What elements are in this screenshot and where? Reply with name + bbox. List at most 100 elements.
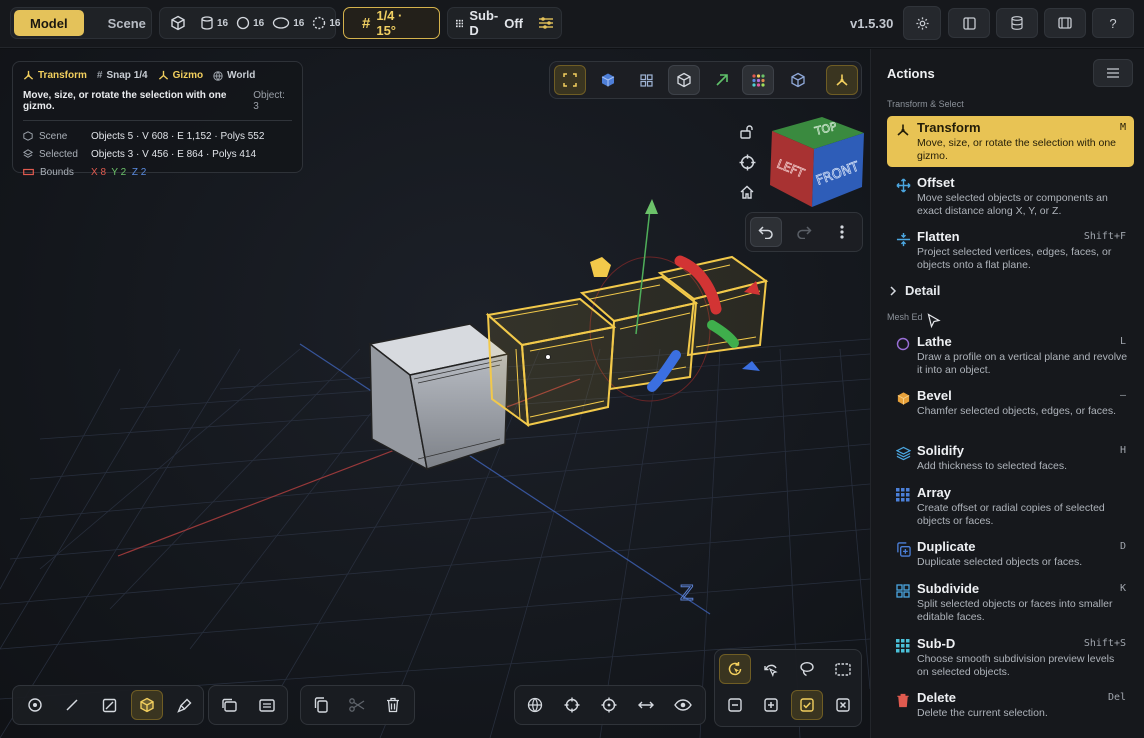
panel-menu-button[interactable] — [1093, 59, 1133, 87]
select-replace-button[interactable] — [791, 690, 823, 720]
action-duplicate[interactable]: Duplicate Duplicate selected objects or … — [887, 535, 1134, 573]
more-button[interactable] — [826, 217, 858, 247]
action-shortcut: M — [1119, 122, 1126, 133]
object-mode-button[interactable] — [131, 690, 163, 720]
lasso-select-button[interactable] — [791, 654, 823, 684]
selected-stats-value: Objects 3 · V 456 · E 864 · Polys 414 — [91, 148, 257, 160]
copy-button[interactable] — [305, 690, 337, 720]
add-cylinder-button[interactable]: 16 — [196, 16, 232, 30]
transform-chip[interactable]: Transform — [23, 70, 87, 81]
focus-button[interactable] — [735, 147, 759, 177]
solid-shading-button[interactable] — [592, 65, 624, 95]
view-panels-bar — [208, 685, 288, 725]
select-intersect-button[interactable] — [827, 690, 859, 720]
pivot-bar — [514, 685, 706, 725]
action-title: Solidify — [917, 443, 964, 458]
subd-toggle[interactable]: Sub-D Off — [447, 7, 562, 39]
world-chip[interactable]: World — [213, 70, 255, 81]
visibility-button[interactable] — [667, 690, 699, 720]
action-description: Move selected objects or components an e… — [917, 192, 1108, 217]
action-description: Choose smooth subdivision preview levels… — [917, 653, 1115, 678]
grid-snap-button[interactable]: # 1/4 · 15° — [343, 7, 440, 39]
color-dots-icon — [751, 73, 765, 87]
eye-icon — [674, 699, 692, 711]
face-mode-button[interactable] — [93, 690, 125, 720]
action-subdivide[interactable]: Subdivide Split selected objects or face… — [887, 577, 1134, 628]
snap-chip-label: Snap 1/4 — [106, 70, 148, 81]
properties-panel-button[interactable] — [251, 690, 283, 720]
action-title: Transform — [917, 120, 981, 135]
cut-button[interactable] — [341, 690, 373, 720]
action-transform[interactable]: Transform Move, size, or rotate the sele… — [887, 116, 1134, 167]
rotate-selection-button[interactable] — [719, 654, 751, 684]
cylinder-icon — [201, 16, 213, 30]
action-array[interactable]: Array Create offset or radial copies of … — [887, 481, 1134, 532]
select-add-button[interactable] — [755, 690, 787, 720]
iso-view-button[interactable] — [782, 65, 814, 95]
help-button[interactable]: ? — [1092, 8, 1134, 38]
pivot-center-button[interactable] — [556, 690, 588, 720]
unselected-cube[interactable] — [368, 323, 510, 471]
panel-layout-button[interactable] — [948, 8, 990, 38]
action-flatten[interactable]: Flatten Project selected vertices, edges… — [887, 225, 1134, 276]
select-subtract-button[interactable] — [719, 690, 751, 720]
lasso-add-button[interactable] — [755, 654, 787, 684]
tab-scene[interactable]: Scene — [90, 10, 164, 36]
bounds-stats: Bounds X 8 Y 2 Z 2 — [23, 163, 292, 181]
box-select-button[interactable] — [827, 654, 859, 684]
database-button[interactable] — [996, 8, 1038, 38]
film-button[interactable] — [1044, 8, 1086, 38]
action-title: Lathe — [917, 334, 952, 349]
gizmo-chip[interactable]: Gizmo — [158, 70, 203, 81]
action-solidify[interactable]: Solidify Add thickness to selected faces… — [887, 439, 1134, 477]
action-subd[interactable]: Sub-D Choose smooth subdivision preview … — [887, 632, 1134, 683]
tab-model[interactable]: Model — [14, 10, 84, 36]
arrow-up-right-icon — [716, 74, 728, 86]
action-offset[interactable]: Offset Move selected objects or componen… — [887, 171, 1134, 222]
paint-select-button[interactable] — [168, 690, 200, 720]
settings-button[interactable] — [903, 6, 941, 40]
rotate-cursor-icon — [728, 662, 742, 676]
gizmo-toggle-button[interactable] — [826, 65, 858, 95]
mirror-button[interactable] — [630, 690, 662, 720]
wire-cube-button[interactable] — [668, 65, 700, 95]
lock-view-button[interactable] — [735, 117, 759, 147]
frame-selection-button[interactable] — [554, 65, 586, 95]
pivot-origin-button[interactable] — [593, 690, 625, 720]
detail-section-toggle[interactable]: Detail — [889, 283, 940, 298]
color-grid-button[interactable] — [742, 65, 774, 95]
action-description: Project selected vertices, edges, faces,… — [917, 246, 1112, 271]
add-cube-button[interactable] — [166, 15, 190, 31]
dotted-circle-icon — [313, 16, 326, 30]
torus-count: 16 — [293, 17, 305, 29]
add-torus-button[interactable]: 16 — [268, 16, 308, 30]
home-view-button[interactable] — [735, 177, 759, 207]
action-bevel[interactable]: Bevel Chamfer selected objects, edges, o… — [887, 384, 1134, 422]
action-delete[interactable]: Delete Delete the current selection. Del — [887, 686, 1134, 724]
pivot-point[interactable] — [545, 354, 551, 360]
selected-cube-1[interactable] — [485, 297, 617, 428]
section-transform-select: Transform & Select — [887, 99, 964, 109]
grid-icon — [639, 73, 653, 87]
action-shortcut: – — [1119, 390, 1126, 401]
action-title: Offset — [917, 175, 955, 190]
world-space-button[interactable] — [519, 690, 551, 720]
edge-mode-button[interactable] — [56, 690, 88, 720]
sliders-icon[interactable] — [539, 17, 553, 29]
redo-button[interactable] — [788, 217, 820, 247]
undo-button[interactable] — [750, 217, 782, 247]
add-dotted-sphere-button[interactable]: 16 — [308, 16, 344, 30]
3d-viewport[interactable]: Z Transform # Snap 1/4 Gizmo World Move,… — [0, 49, 870, 738]
vertex-mode-button[interactable] — [19, 690, 51, 720]
layers-panel-button[interactable] — [213, 690, 245, 720]
action-lathe[interactable]: Lathe Draw a profile on a vertical plane… — [887, 330, 1134, 381]
snap-chip[interactable]: # Snap 1/4 — [97, 70, 148, 81]
delete-button[interactable] — [377, 690, 409, 720]
view-cube[interactable]: TOP LEFT FRONT — [766, 115, 866, 209]
viewport-side-controls — [735, 117, 759, 207]
normals-button[interactable] — [706, 65, 738, 95]
action-shortcut: L — [1119, 336, 1126, 347]
move-arrows-icon — [895, 177, 911, 193]
quad-view-button[interactable] — [630, 65, 662, 95]
add-sphere-button[interactable]: 16 — [232, 16, 268, 30]
